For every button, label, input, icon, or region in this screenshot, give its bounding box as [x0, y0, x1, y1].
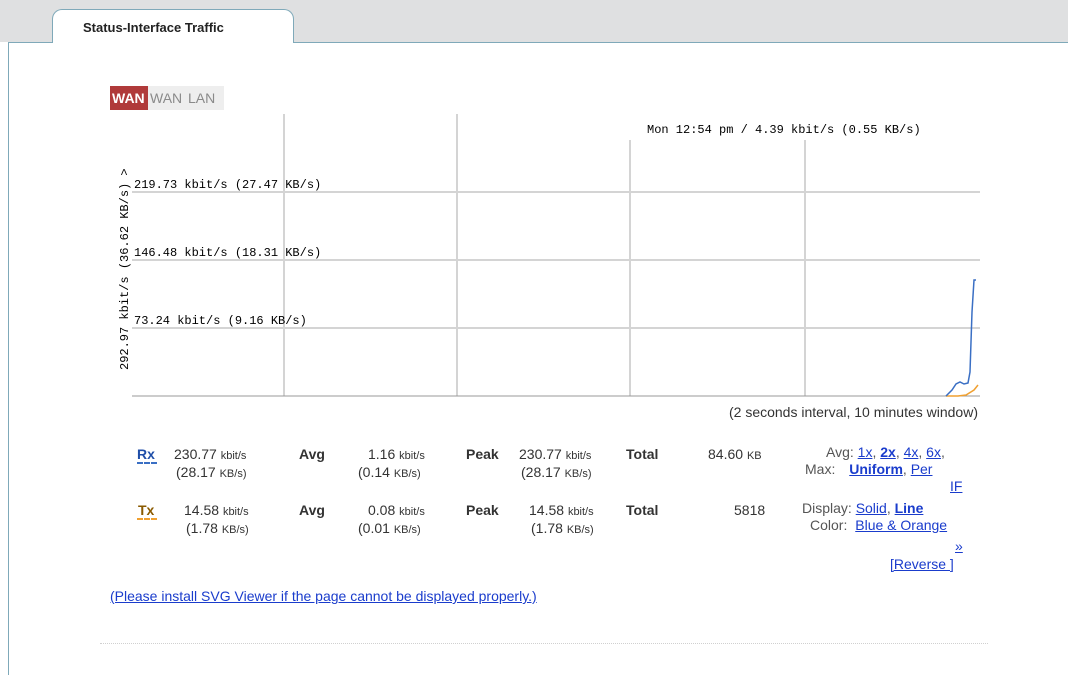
color-control: Color: Blue & Orange [810, 517, 947, 533]
tab-border [293, 42, 1068, 43]
tab-border [8, 42, 53, 43]
rx-peak: 230.77 kbit/s [519, 446, 592, 462]
rx-rate-kb: (28.17 KB/s) [176, 464, 247, 480]
reverse-link-cont[interactable]: [Reverse ] [890, 556, 954, 572]
tx-avg-kb: (0.01 KB/s) [358, 520, 421, 536]
display-line-link[interactable]: Line [895, 500, 924, 516]
display-label: Display: [802, 500, 852, 516]
rx-avg-kb: (0.14 KB/s) [358, 464, 421, 480]
max-per-link[interactable]: Per [911, 461, 933, 477]
y-axis-label: 292.97 kbit/s (36.62 KB/s) > [118, 168, 132, 370]
content-frame-border [8, 42, 9, 675]
rx-avg-label: Avg [299, 446, 325, 462]
svg-viewer-note-link[interactable]: (Please install SVG Viewer if the page c… [110, 588, 537, 604]
interface-tab-wan[interactable]: WAN [148, 86, 186, 110]
tx-peak-kb: (1.78 KB/s) [531, 520, 594, 536]
color-more-link-cont[interactable]: » [955, 538, 963, 554]
level-label-146: 146.48 kbit/s (18.31 KB/s) [134, 246, 321, 260]
tx-total: 5818 [734, 502, 766, 518]
tx-rate-kb: (1.78 KB/s) [186, 520, 249, 536]
reverse-link[interactable]: [Reverse ] [890, 556, 954, 572]
color-more-link[interactable]: » [955, 538, 963, 554]
rx-total-label: Total [626, 446, 659, 462]
color-label: Color: [810, 517, 848, 533]
rx-legend-swatch [137, 462, 157, 466]
tx-legend-swatch [137, 518, 157, 522]
display-control: Display: Solid, Line [802, 500, 924, 516]
color-value-link[interactable]: Blue & Orange [855, 517, 947, 533]
interface-tab-wan-active[interactable]: WAN [110, 86, 148, 110]
rx-peak-kb: (28.17 KB/s) [521, 464, 592, 480]
tab-status-interface-traffic[interactable]: Status-Interface Traffic [52, 9, 294, 43]
tab-label: Status-Interface Traffic [83, 20, 224, 35]
avg-2x-link[interactable]: 2x [880, 444, 896, 460]
max-per-if-link-cont[interactable]: IF [950, 478, 962, 494]
tx-total-label: Total [626, 502, 659, 518]
traffic-graph: 292.97 kbit/s (36.62 KB/s) > 219.73 kbit… [108, 112, 980, 402]
max-label: Max: [805, 461, 836, 477]
avg-1x-link[interactable]: 1x [858, 444, 873, 460]
display-solid-link[interactable]: Solid [856, 500, 887, 516]
rx-avg: 1.16 kbit/s [368, 446, 425, 462]
max-uniform-link[interactable]: Uniform [849, 461, 903, 477]
tx-key: Tx [138, 502, 155, 518]
rx-key: Rx [137, 446, 155, 462]
rx-rate: 230.77 kbit/s [174, 446, 247, 462]
graph-tooltip: Mon 12:54 pm / 4.39 kbit/s (0.55 KB/s) [647, 123, 921, 137]
tx-peak-label: Peak [466, 502, 499, 518]
interface-tabs: WAN WAN LAN [110, 86, 224, 110]
dotted-divider [100, 643, 988, 644]
interface-tab-lan[interactable]: LAN [186, 86, 224, 110]
level-label-219: 219.73 kbit/s (27.47 KB/s) [134, 178, 321, 192]
avg-6x-link[interactable]: 6x [926, 444, 941, 460]
rx-peak-label: Peak [466, 446, 499, 462]
tx-rate: 14.58 kbit/s [184, 502, 249, 518]
avg-label: Avg: [826, 444, 854, 460]
tx-peak: 14.58 kbit/s [529, 502, 594, 518]
tx-avg-label: Avg [299, 502, 325, 518]
max-per-if-link[interactable]: IF [950, 478, 962, 494]
tx-avg: 0.08 kbit/s [368, 502, 425, 518]
rx-total: 84.60 KB [708, 446, 762, 462]
level-label-73: 73.24 kbit/s (9.16 KB/s) [134, 314, 307, 328]
interval-note: (2 seconds interval, 10 minutes window) [728, 404, 978, 420]
avg-4x-link[interactable]: 4x [904, 444, 919, 460]
max-control: Max: Uniform, Per [805, 461, 933, 477]
avg-control: Avg: 1x, 2x, 4x, 6x, [826, 444, 945, 460]
